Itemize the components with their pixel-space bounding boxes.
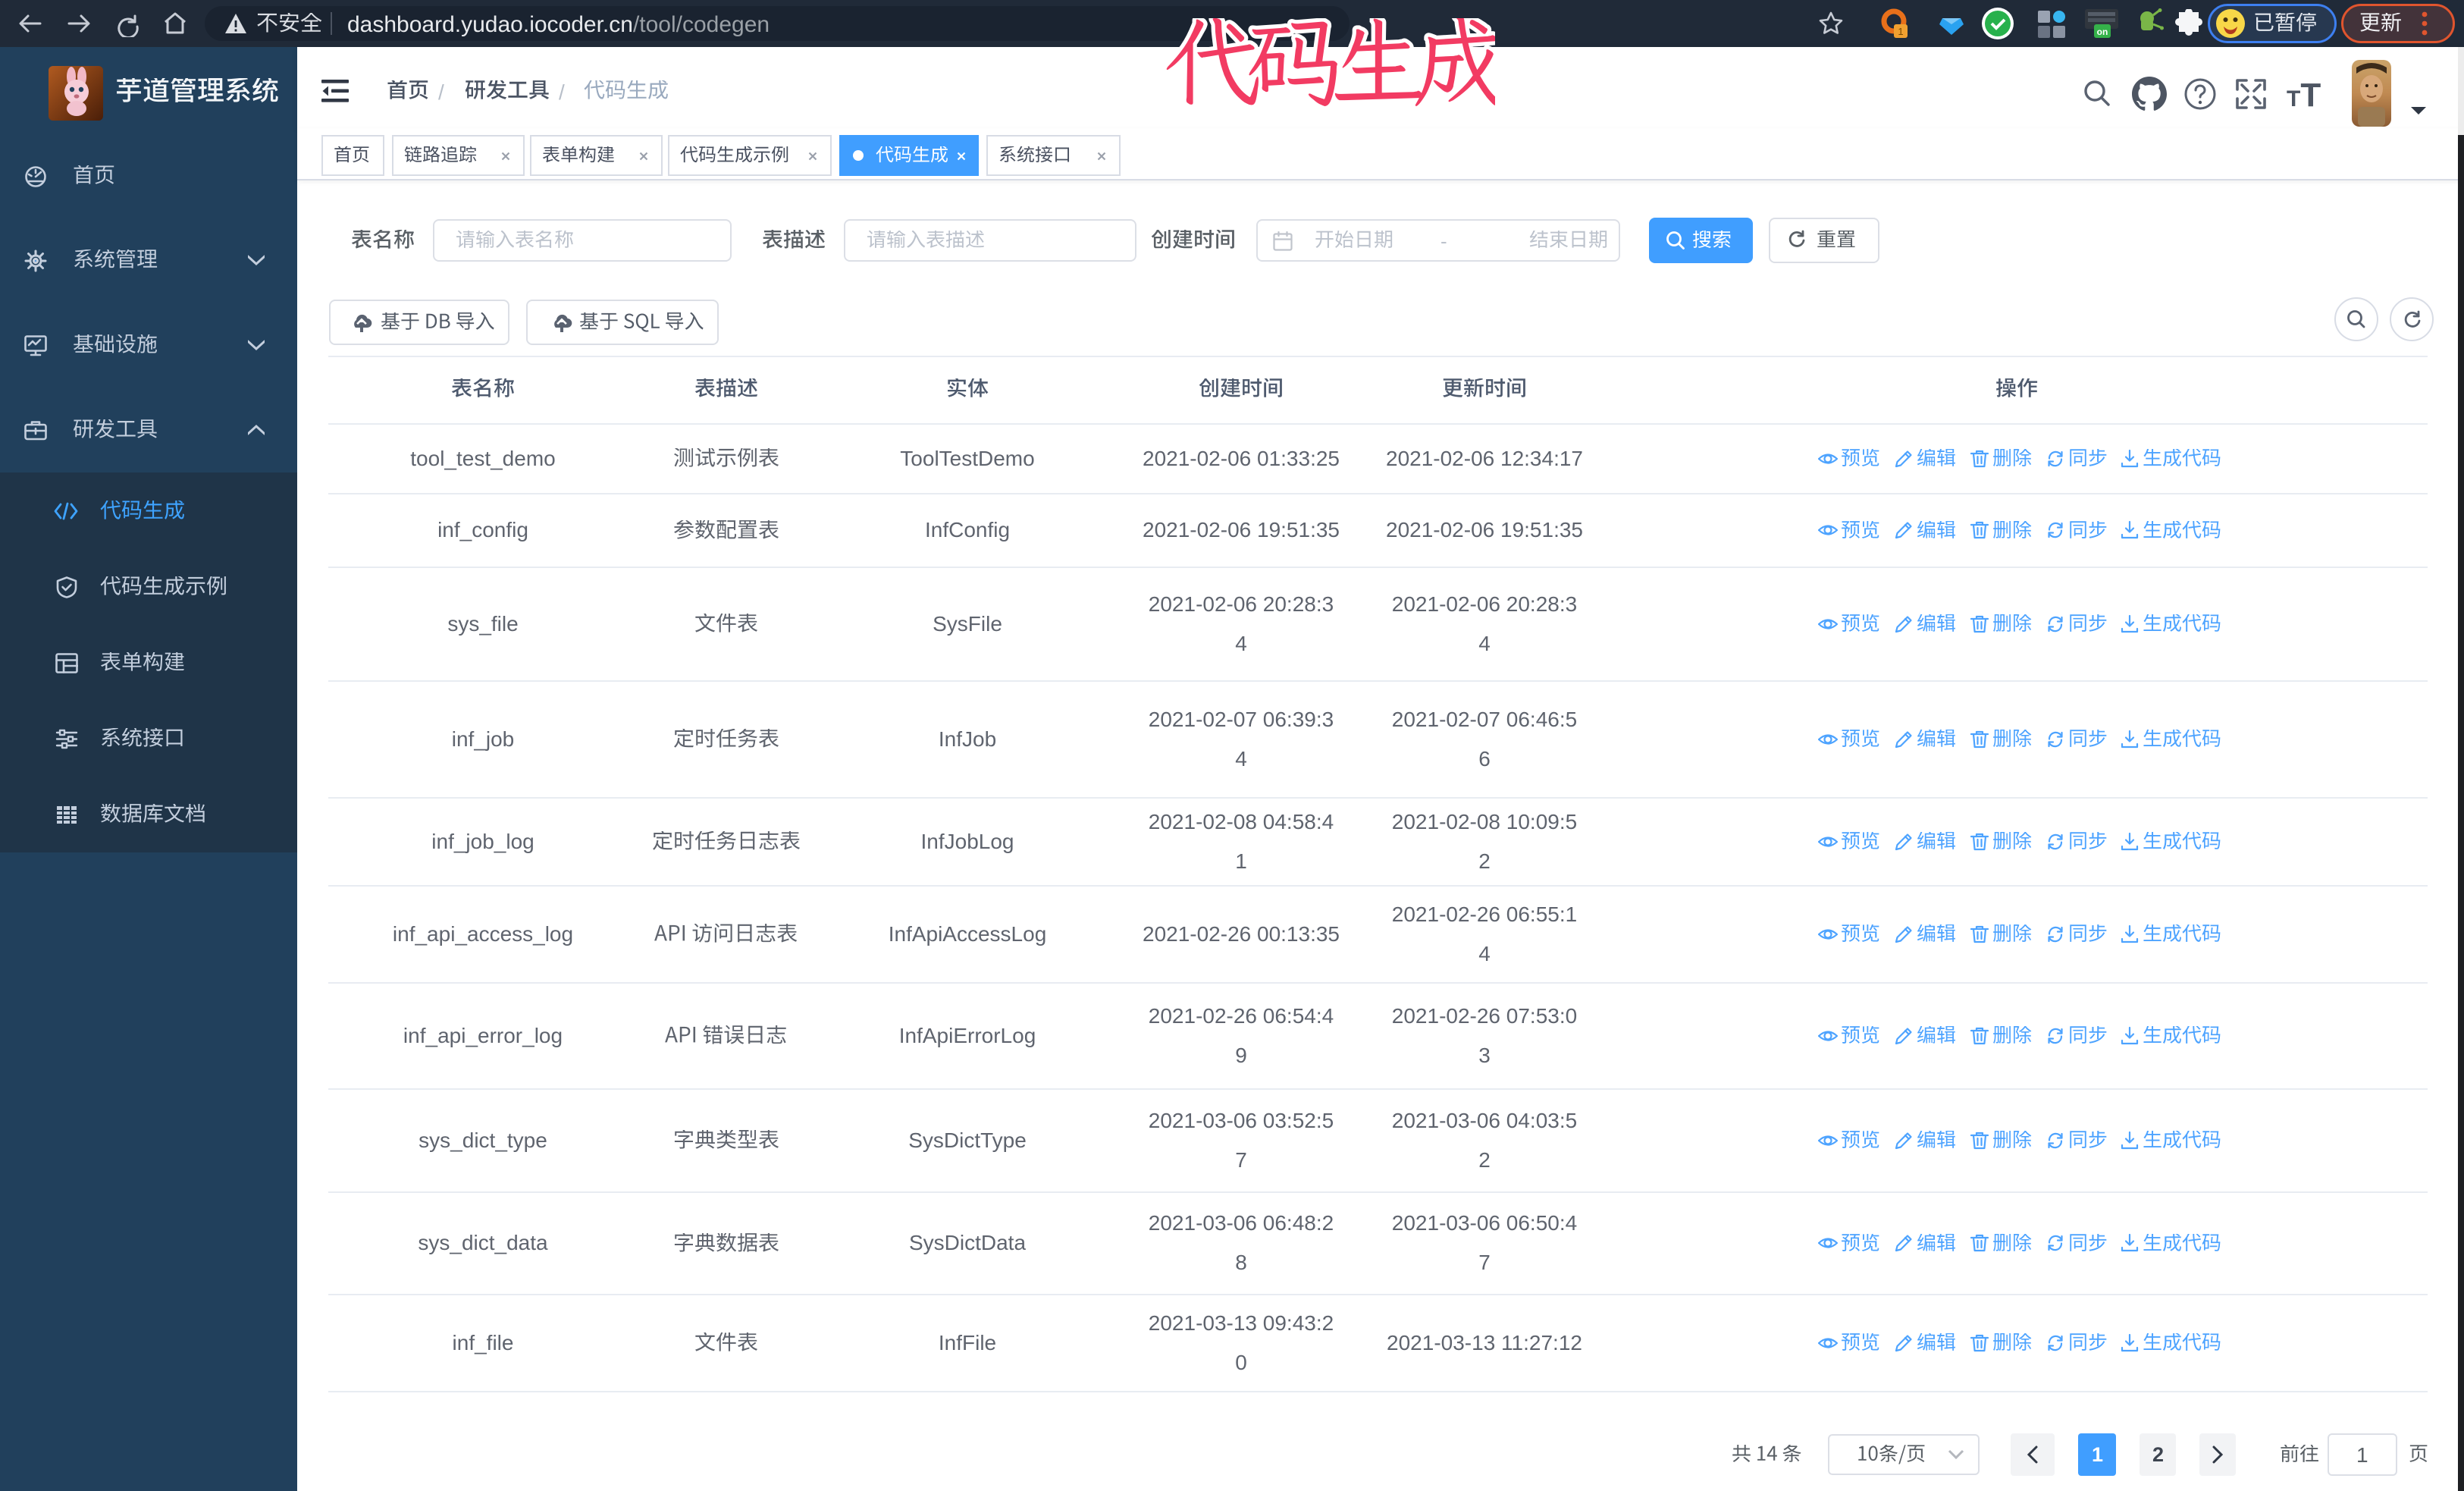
svg-text:1: 1 [1898,26,1903,37]
svg-text:on: on [2097,27,2108,37]
